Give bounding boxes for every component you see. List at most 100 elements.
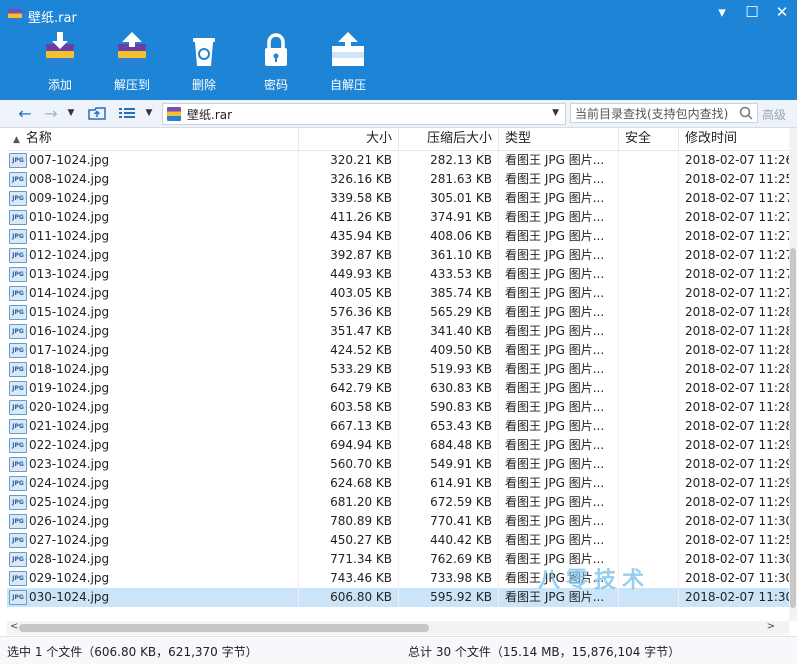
file-row[interactable]: JPG 025-1024.jpg 681.20 KB 672.59 KB 看图王 JPG… (7, 493, 789, 512)
file-type: 看图王 JPG 图片... (499, 341, 619, 360)
advanced-search-button[interactable]: 高级 (762, 106, 786, 123)
file-size: 435.94 KB (299, 227, 399, 246)
back-arrow-icon[interactable]: ← (14, 103, 36, 123)
file-row[interactable]: JPG 016-1024.jpg 351.47 KB 341.40 KB 看图王 JPG… (7, 322, 789, 341)
file-type: 看图王 JPG 图片... (499, 417, 619, 436)
file-modified: 2018-02-07 11:30:1 (685, 571, 789, 585)
file-row[interactable]: JPG 028-1024.jpg 771.34 KB 762.69 KB 看图王 JPG… (7, 550, 789, 569)
file-type: 看图王 JPG 图片... (499, 569, 619, 588)
horizontal-scrollbar[interactable]: < > (7, 621, 789, 635)
column-name-label: 名称 (25, 131, 52, 146)
file-size: 603.58 KB (299, 398, 399, 417)
file-row[interactable]: JPG 007-1024.jpg 320.21 KB 282.13 KB 看图王 JPG… (7, 151, 789, 170)
path-dropdown-icon[interactable]: ▼ (552, 108, 559, 118)
file-security (619, 550, 679, 569)
column-header-modified[interactable]: 修改时间 (679, 128, 789, 150)
maximize-button[interactable]: ☐ (737, 0, 767, 24)
jpg-file-icon: JPG (9, 305, 27, 320)
file-row[interactable]: JPG 015-1024.jpg 576.36 KB 565.29 KB 看图王 JPG… (7, 303, 789, 322)
file-type: 看图王 JPG 图片... (499, 284, 619, 303)
forward-arrow-icon[interactable]: → (40, 103, 62, 123)
column-header-packed[interactable]: 压缩后大小 (399, 128, 499, 150)
file-size: 533.29 KB (299, 360, 399, 379)
path-input[interactable]: 壁纸.rar ▼ (162, 103, 566, 125)
file-modified: 2018-02-07 11:25:5 (685, 172, 789, 186)
horizontal-scroll-thumb[interactable] (19, 624, 429, 632)
winrar-app-icon (8, 9, 22, 23)
file-type: 看图王 JPG 图片... (499, 360, 619, 379)
file-row[interactable]: JPG 011-1024.jpg 435.94 KB 408.06 KB 看图王 JPG… (7, 227, 789, 246)
close-button[interactable]: ✕ (767, 0, 797, 24)
file-row[interactable]: JPG 027-1024.jpg 450.27 KB 440.42 KB 看图王 JPG… (7, 531, 789, 550)
vertical-scroll-thumb[interactable] (790, 248, 796, 608)
file-name-cell: JPG 009-1024.jpg (7, 189, 299, 208)
search-placeholder: 当前目录查找(支持包内查找) (575, 106, 729, 121)
file-row[interactable]: JPG 009-1024.jpg 339.58 KB 305.01 KB 看图王 JPG… (7, 189, 789, 208)
file-modified: 2018-02-07 11:27:5 (685, 267, 789, 281)
delete-button[interactable]: 删除 (168, 28, 240, 96)
file-row[interactable]: JPG 024-1024.jpg 624.68 KB 614.91 KB 看图王 JPG… (7, 474, 789, 493)
file-size: 576.36 KB (299, 303, 399, 322)
file-row[interactable]: JPG 013-1024.jpg 449.93 KB 433.53 KB 看图王 JPG… (7, 265, 789, 284)
file-row[interactable]: JPG 017-1024.jpg 424.52 KB 409.50 KB 看图王 JPG… (7, 341, 789, 360)
file-type: 看图王 JPG 图片... (499, 455, 619, 474)
search-icon[interactable] (739, 106, 753, 120)
view-dropdown-icon[interactable]: ▼ (142, 103, 156, 123)
column-header-type[interactable]: 类型 (499, 128, 619, 150)
self-extract-label: 自解压 (329, 78, 366, 92)
file-packed-size: 653.43 KB (399, 417, 499, 436)
file-row[interactable]: JPG 012-1024.jpg 392.87 KB 361.10 KB 看图王 JPG… (7, 246, 789, 265)
add-button[interactable]: 添加 (24, 28, 96, 96)
history-dropdown-icon[interactable]: ▼ (64, 103, 78, 123)
scroll-left-icon[interactable]: < (10, 621, 18, 632)
file-row[interactable]: JPG 020-1024.jpg 603.58 KB 590.83 KB 看图王 JPG… (7, 398, 789, 417)
file-name: 011-1024.jpg (29, 229, 110, 243)
password-button[interactable]: 密码 (240, 28, 312, 96)
file-name-cell: JPG 030-1024.jpg (7, 588, 299, 607)
file-security (619, 493, 679, 512)
vertical-scrollbar[interactable] (789, 128, 797, 621)
file-modified: 2018-02-07 11:26:1 (685, 153, 789, 167)
file-type: 看图王 JPG 图片... (499, 493, 619, 512)
file-row[interactable]: JPG 022-1024.jpg 694.94 KB 684.48 KB 看图王 JPG… (7, 436, 789, 455)
file-name-cell: JPG 014-1024.jpg (7, 284, 299, 303)
column-header-name[interactable]: ▲ 名称 (7, 128, 299, 150)
menu-dropdown-button[interactable]: ▾ (707, 0, 737, 24)
scroll-right-icon[interactable]: > (767, 621, 775, 632)
file-packed-size: 733.98 KB (399, 569, 499, 588)
file-row[interactable]: JPG 030-1024.jpg 606.80 KB 595.92 KB 看图王 JPG… (7, 588, 789, 607)
column-header-size[interactable]: 大小 (299, 128, 399, 150)
file-type: 看图王 JPG 图片... (499, 227, 619, 246)
search-input[interactable]: 当前目录查找(支持包内查找) (570, 103, 758, 123)
title-toolbar-area: 壁纸.rar ▾ ☐ ✕ 添加 解压到 删除 密码 自解压 (0, 0, 797, 100)
file-size: 743.46 KB (299, 569, 399, 588)
file-modified: 2018-02-07 11:30:1 (685, 590, 789, 604)
file-row[interactable]: JPG 029-1024.jpg 743.46 KB 733.98 KB 看图王 JPG… (7, 569, 789, 588)
up-folder-icon[interactable] (86, 103, 108, 123)
view-list-icon[interactable] (116, 103, 138, 123)
column-header-row: ▲ 名称 大小 压缩后大小 类型 安全 修改时间 (7, 128, 789, 151)
file-security (619, 284, 679, 303)
file-modified: 2018-02-07 11:29:5 (685, 476, 789, 490)
file-row[interactable]: JPG 008-1024.jpg 326.16 KB 281.63 KB 看图王 JPG… (7, 170, 789, 189)
extract-to-button[interactable]: 解压到 (96, 28, 168, 96)
file-row[interactable]: JPG 019-1024.jpg 642.79 KB 630.83 KB 看图王 JPG… (7, 379, 789, 398)
file-name: 023-1024.jpg (29, 457, 110, 471)
jpg-file-icon: JPG (9, 153, 27, 168)
sort-ascending-icon: ▲ (13, 135, 20, 145)
file-row[interactable]: JPG 021-1024.jpg 667.13 KB 653.43 KB 看图王 JPG… (7, 417, 789, 436)
file-row[interactable]: JPG 010-1024.jpg 411.26 KB 374.91 KB 看图王 JPG… (7, 208, 789, 227)
jpg-file-icon: JPG (9, 533, 27, 548)
file-security (619, 208, 679, 227)
file-row[interactable]: JPG 014-1024.jpg 403.05 KB 385.74 KB 看图王 JPG… (7, 284, 789, 303)
window-title-text: 壁纸.rar (28, 10, 77, 26)
column-header-security[interactable]: 安全 (619, 128, 679, 150)
file-row[interactable]: JPG 023-1024.jpg 560.70 KB 549.91 KB 看图王 JPG… (7, 455, 789, 474)
file-name: 022-1024.jpg (29, 438, 110, 452)
self-extract-button[interactable]: 自解压 (312, 28, 384, 96)
file-security (619, 455, 679, 474)
file-name: 025-1024.jpg (29, 495, 110, 509)
file-row[interactable]: JPG 018-1024.jpg 533.29 KB 519.93 KB 看图王 JPG… (7, 360, 789, 379)
address-bar: ← → ▼ ▼ 壁纸.rar ▼ 当前目录查找(支持包内查找) 高级 (0, 100, 797, 128)
file-row[interactable]: JPG 026-1024.jpg 780.89 KB 770.41 KB 看图王 JPG… (7, 512, 789, 531)
